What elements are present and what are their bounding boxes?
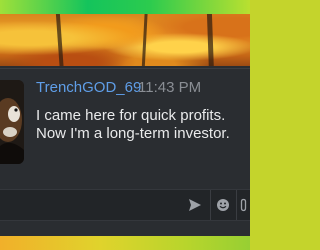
- top-border-stripe: [0, 0, 250, 14]
- emoji-icon: [217, 199, 229, 211]
- message-text: I came here for quick profits. Now I'm a…: [36, 107, 248, 143]
- message-timestamp: 11:43 PM: [138, 79, 202, 96]
- divider: [0, 68, 250, 69]
- attach-button[interactable]: [236, 190, 251, 220]
- tree-trunk: [55, 14, 65, 74]
- tree-trunk: [141, 14, 148, 74]
- message-author[interactable]: TrenchGOD_69: [36, 79, 141, 96]
- autumn-banner-image: [0, 14, 250, 74]
- tree-trunk: [206, 14, 215, 74]
- send-icon: [189, 199, 201, 211]
- paperclip-icon: [240, 198, 247, 212]
- message-input[interactable]: [0, 190, 186, 220]
- bottom-border-stripe: [0, 236, 250, 250]
- emoji-button[interactable]: [210, 190, 235, 220]
- chat-panel: TrenchGOD_69 11:43 PM I came here for qu…: [0, 66, 250, 236]
- message-composer: [0, 189, 250, 221]
- avatar[interactable]: [0, 80, 24, 164]
- send-button[interactable]: [182, 190, 208, 220]
- message-line: I came here for quick profits.: [36, 107, 226, 124]
- message-line: Now I'm a long-term investor.: [36, 125, 230, 142]
